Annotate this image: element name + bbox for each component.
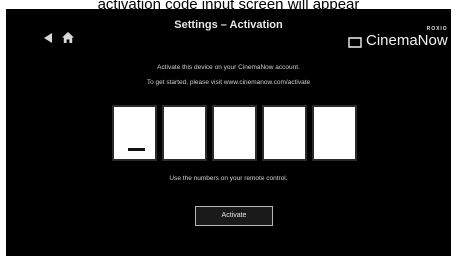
logo-mark-icon	[348, 35, 362, 48]
code-digit-4[interactable]	[262, 105, 307, 161]
cinemanow-logo: ROXIO CinemaNow	[348, 26, 448, 49]
remote-hint-text: Use the numbers on your remote control.	[169, 175, 288, 182]
code-digit-2[interactable]	[162, 105, 207, 161]
code-digit-3[interactable]	[212, 105, 257, 161]
back-arrow-icon[interactable]	[44, 33, 52, 43]
instruction-text-2: To get started, please visit www.cineman…	[146, 79, 311, 86]
instruction-text-1: Activate this device on your CinemaNow a…	[157, 64, 300, 71]
activation-code-inputs	[112, 105, 357, 161]
logo-roxio-text: ROXIO	[426, 26, 448, 32]
logo-brand-name: CinemaNow	[366, 32, 448, 49]
activate-button[interactable]: Activate	[195, 206, 273, 226]
code-digit-1[interactable]	[112, 105, 157, 161]
home-icon[interactable]	[62, 30, 74, 48]
code-digit-5[interactable]	[312, 105, 357, 161]
activation-screen: Settings – Activation ROXIO CinemaNow Ac…	[6, 9, 451, 256]
